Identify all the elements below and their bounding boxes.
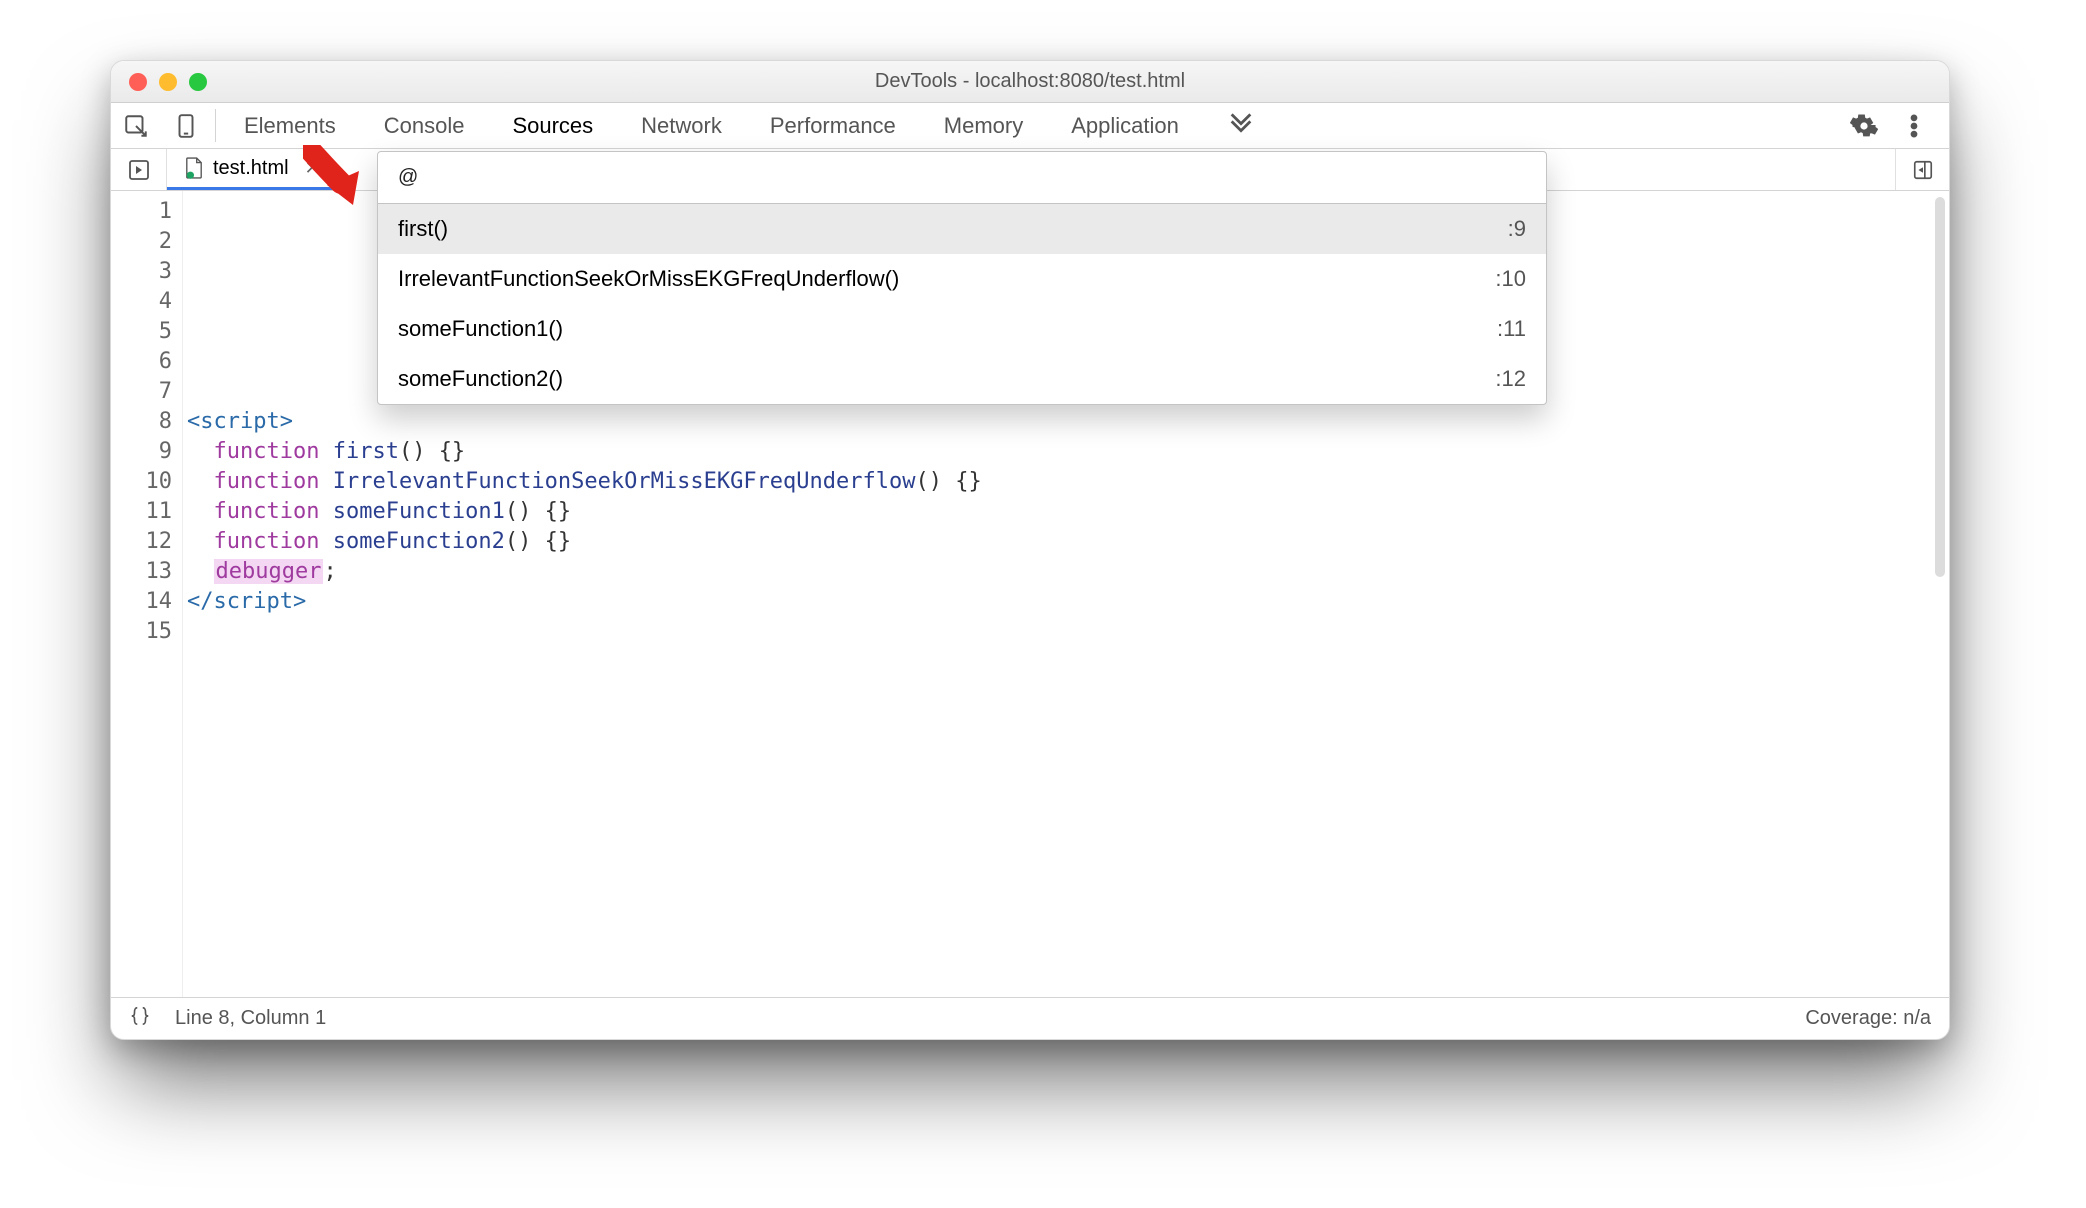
devtools-window: DevTools - localhost:8080/test.html Elem…	[110, 60, 1950, 1040]
line-number: 7	[111, 377, 172, 407]
file-tab-label: test.html	[213, 157, 289, 180]
more-tabs-button[interactable]	[1203, 103, 1279, 148]
scrollbar[interactable]	[1935, 197, 1945, 577]
line-number: 1	[111, 197, 172, 227]
pretty-print-button[interactable]	[129, 1005, 151, 1033]
code-line[interactable]: function IrrelevantFunctionSeekOrMissEKG…	[187, 467, 1949, 497]
line-number: 4	[111, 287, 172, 317]
quick-open-result-label: first()	[398, 216, 448, 242]
window-title: DevTools - localhost:8080/test.html	[111, 70, 1949, 93]
line-number: 14	[111, 587, 172, 617]
code-line[interactable]: <script>	[187, 407, 1949, 437]
code-line[interactable]: </script>	[187, 587, 1949, 617]
line-number: 13	[111, 557, 172, 587]
quick-open-result-line: :10	[1495, 266, 1526, 292]
line-number-gutter: 123456789101112131415	[111, 191, 183, 997]
code-line[interactable]: function someFunction1() {}	[187, 497, 1949, 527]
code-line[interactable]: debugger;	[187, 557, 1949, 587]
zoom-window-button[interactable]	[189, 73, 207, 91]
line-number: 3	[111, 257, 172, 287]
line-number: 10	[111, 467, 172, 497]
quick-open-result-label: someFunction1()	[398, 316, 563, 342]
cursor-position: Line 8, Column 1	[175, 1007, 326, 1030]
file-icon	[185, 157, 203, 179]
kebab-menu-button[interactable]	[1889, 112, 1939, 140]
quick-open-result-label: IrrelevantFunctionSeekOrMissEKGFreqUnder…	[398, 266, 899, 292]
quick-open-result[interactable]: first() :9	[378, 204, 1546, 254]
titlebar: DevTools - localhost:8080/test.html	[111, 61, 1949, 103]
status-bar: Line 8, Column 1 Coverage: n/a	[111, 997, 1949, 1039]
tab-network[interactable]: Network	[617, 103, 746, 148]
line-number: 15	[111, 617, 172, 647]
tab-console[interactable]: Console	[360, 103, 489, 148]
quick-open-result-line: :9	[1508, 216, 1526, 242]
tab-sources[interactable]: Sources	[488, 103, 617, 148]
navigator-toggle-button[interactable]	[111, 149, 167, 190]
main-tabstrip: Elements Console Sources Network Perform…	[111, 103, 1949, 149]
code-line[interactable]	[187, 617, 1949, 647]
divider	[215, 109, 216, 142]
quick-open-result-line: :11	[1497, 316, 1526, 342]
tab-elements[interactable]: Elements	[220, 103, 360, 148]
tab-memory[interactable]: Memory	[920, 103, 1047, 148]
minimize-window-button[interactable]	[159, 73, 177, 91]
line-number: 5	[111, 317, 172, 347]
quick-open-result[interactable]: someFunction1() :11	[378, 304, 1546, 354]
debugger-pane-toggle-button[interactable]	[1895, 149, 1949, 190]
quick-open-result-label: someFunction2()	[398, 366, 563, 392]
close-tab-button[interactable]: ✕	[305, 158, 320, 179]
sources-toolbar: test.html ✕ @ first():9IrrelevantFunctio…	[111, 149, 1949, 191]
window-controls	[129, 73, 207, 91]
quick-open-result-line: :12	[1495, 366, 1526, 392]
line-number: 6	[111, 347, 172, 377]
quick-open-input[interactable]: @	[378, 152, 1546, 204]
line-number: 2	[111, 227, 172, 257]
tab-performance[interactable]: Performance	[746, 103, 920, 148]
line-number: 8	[111, 407, 172, 437]
close-window-button[interactable]	[129, 73, 147, 91]
line-number: 11	[111, 497, 172, 527]
code-line[interactable]: function first() {}	[187, 437, 1949, 467]
device-toolbar-button[interactable]	[161, 103, 211, 148]
line-number: 9	[111, 437, 172, 467]
quick-open-result[interactable]: someFunction2() :12	[378, 354, 1546, 404]
tab-application[interactable]: Application	[1047, 103, 1203, 148]
coverage-status: Coverage: n/a	[1805, 1007, 1931, 1030]
inspect-element-button[interactable]	[111, 103, 161, 148]
settings-button[interactable]	[1839, 112, 1889, 140]
quick-open-result[interactable]: IrrelevantFunctionSeekOrMissEKGFreqUnder…	[378, 254, 1546, 304]
code-line[interactable]: function someFunction2() {}	[187, 527, 1949, 557]
quick-open-popup: @ first() :9 IrrelevantFunctionSeekOrMissE…	[377, 151, 1547, 405]
file-tab-test-html[interactable]: test.html ✕	[167, 149, 338, 190]
line-number: 12	[111, 527, 172, 557]
